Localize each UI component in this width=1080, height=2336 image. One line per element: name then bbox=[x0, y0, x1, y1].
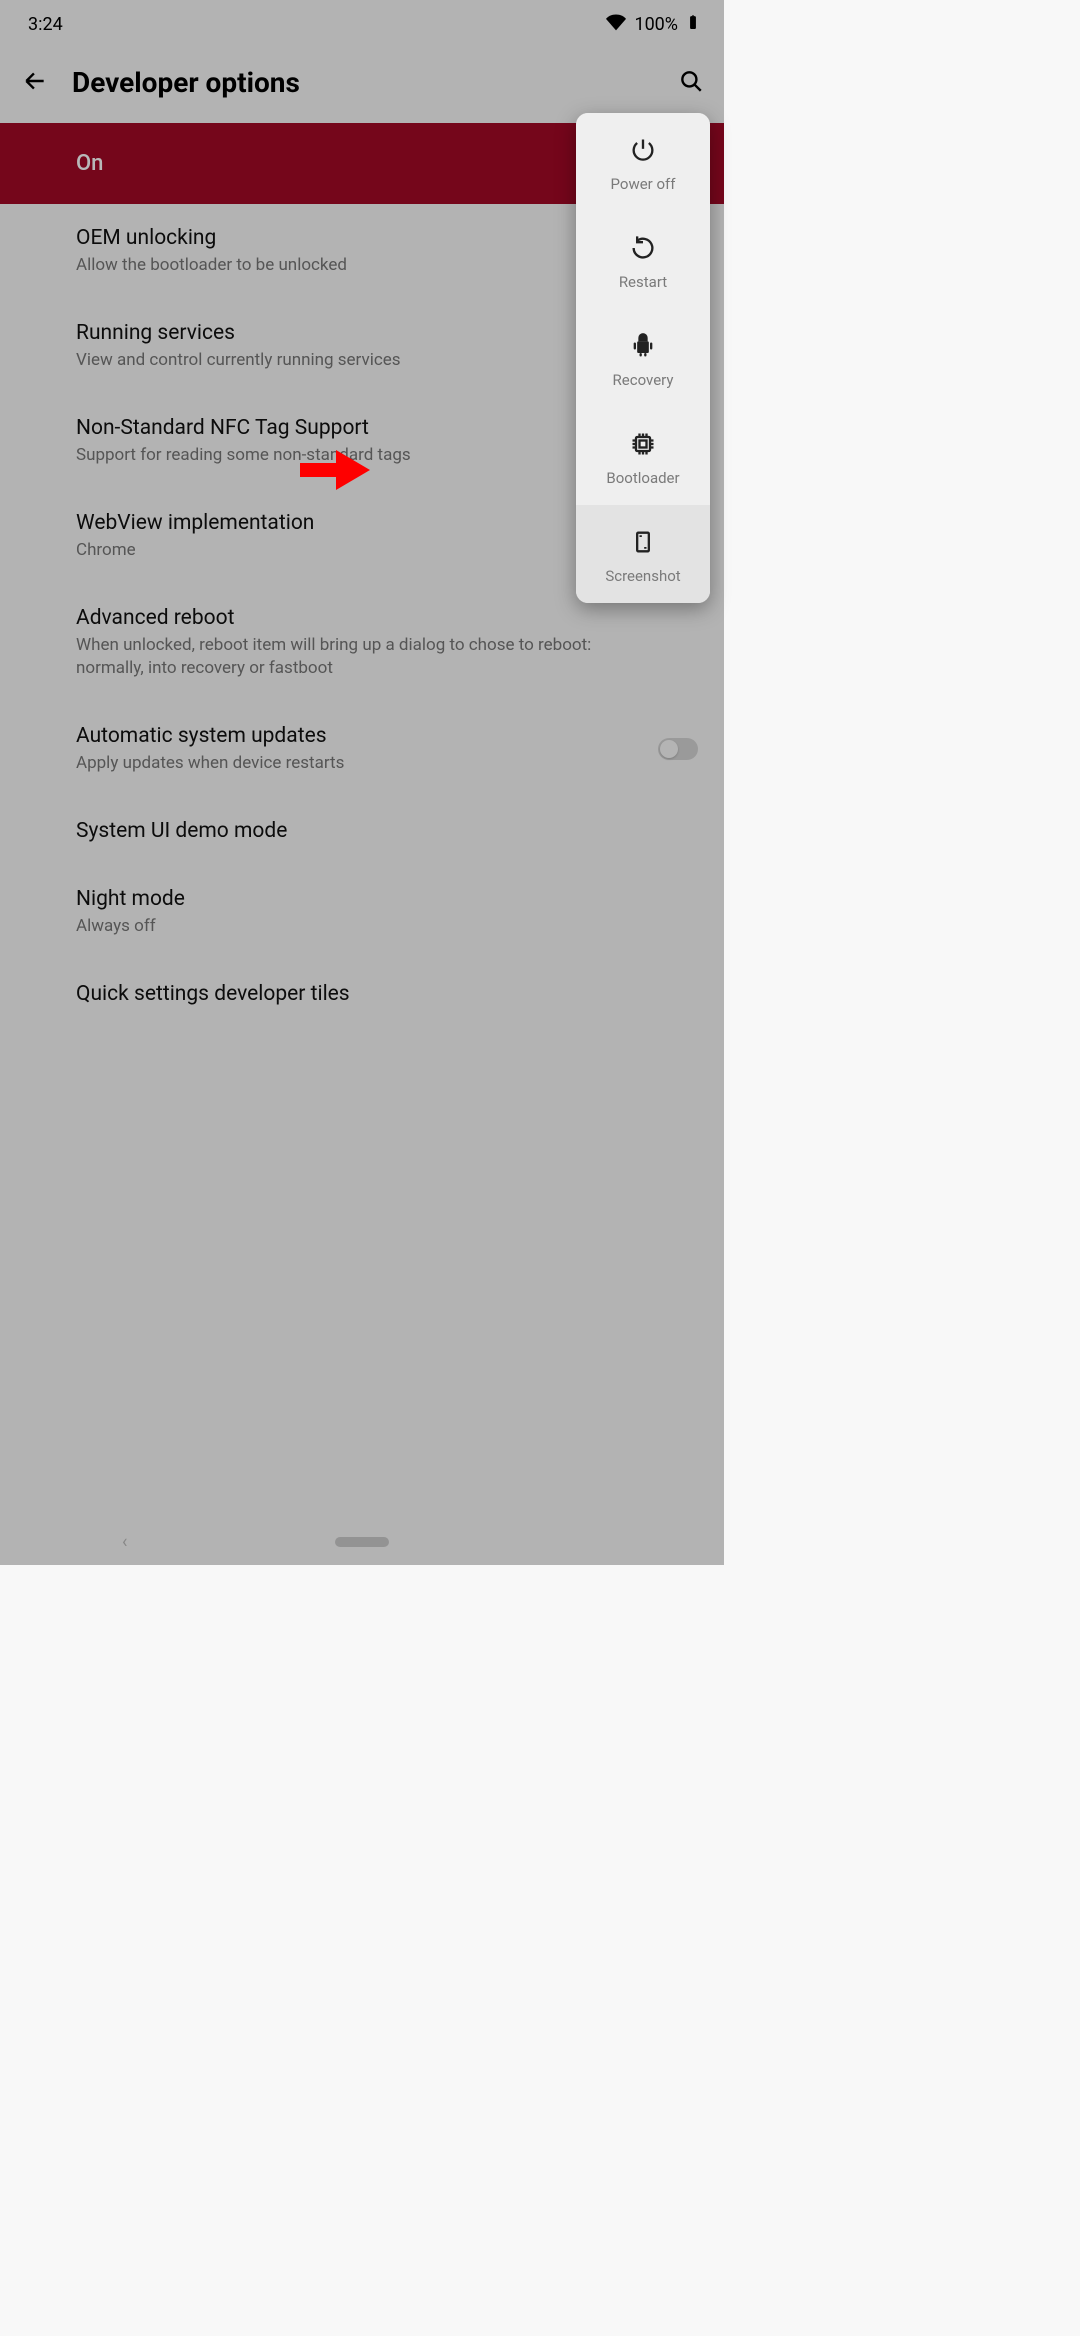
nav-back-caret[interactable]: ‹ bbox=[122, 1532, 127, 1553]
power-label: Bootloader bbox=[606, 469, 679, 487]
power-menu-bootloader[interactable]: Bootloader bbox=[576, 407, 710, 505]
power-menu-restart[interactable]: Restart bbox=[576, 211, 710, 309]
setting-title: System UI demo mode bbox=[76, 819, 704, 843]
setting-sub: View and control currently running servi… bbox=[76, 349, 636, 372]
page-title: Developer options bbox=[72, 66, 654, 99]
power-label: Screenshot bbox=[605, 567, 680, 585]
battery-icon bbox=[686, 12, 700, 37]
annotation-arrow bbox=[300, 450, 370, 494]
search-button[interactable] bbox=[678, 68, 704, 98]
restart-icon bbox=[628, 233, 658, 263]
status-time: 3:24 bbox=[28, 14, 63, 35]
screenshot-icon bbox=[628, 527, 658, 557]
app-bar: Developer options bbox=[0, 42, 724, 123]
power-label: Restart bbox=[619, 273, 667, 291]
back-button[interactable] bbox=[22, 68, 48, 98]
power-label: Recovery bbox=[613, 371, 674, 389]
setting-auto-updates[interactable]: Automatic system updates Apply updates w… bbox=[0, 702, 724, 797]
master-toggle-label: On bbox=[76, 151, 103, 176]
setting-sub: Apply updates when device restarts bbox=[76, 752, 636, 775]
status-battery-pct: 100% bbox=[634, 14, 678, 35]
setting-title: Quick settings developer tiles bbox=[76, 982, 704, 1006]
setting-sub: When unlocked, reboot item will bring up… bbox=[76, 634, 636, 680]
setting-title: Advanced reboot bbox=[76, 606, 704, 630]
android-icon bbox=[628, 331, 658, 361]
power-menu-recovery[interactable]: Recovery bbox=[576, 309, 710, 407]
status-bar: 3:24 100% bbox=[0, 0, 724, 42]
setting-ui-demo-mode[interactable]: System UI demo mode bbox=[0, 797, 724, 865]
nav-home-pill[interactable] bbox=[335, 1537, 389, 1547]
setting-night-mode[interactable]: Night mode Always off bbox=[0, 865, 724, 960]
nav-bar: ‹ bbox=[0, 1519, 724, 1565]
setting-title: Automatic system updates bbox=[76, 724, 704, 748]
screen: 3:24 100% Developer options On OEM unloc… bbox=[0, 0, 724, 1565]
setting-title: Night mode bbox=[76, 887, 704, 911]
wifi-icon bbox=[606, 12, 626, 37]
setting-qs-tiles[interactable]: Quick settings developer tiles bbox=[0, 960, 724, 1028]
chip-icon bbox=[628, 429, 658, 459]
power-menu-power-off[interactable]: Power off bbox=[576, 113, 710, 211]
setting-sub: Always off bbox=[76, 915, 636, 938]
toggle-auto-updates[interactable] bbox=[658, 738, 698, 760]
power-label: Power off bbox=[611, 175, 676, 193]
power-menu-screenshot[interactable]: Screenshot bbox=[576, 505, 710, 603]
status-right: 100% bbox=[606, 12, 700, 37]
setting-sub: Allow the bootloader to be unlocked bbox=[76, 254, 636, 277]
power-icon bbox=[628, 135, 658, 165]
power-menu: Power off Restart Recovery Bootloader Sc bbox=[576, 113, 710, 603]
setting-sub: Chrome bbox=[76, 539, 636, 562]
